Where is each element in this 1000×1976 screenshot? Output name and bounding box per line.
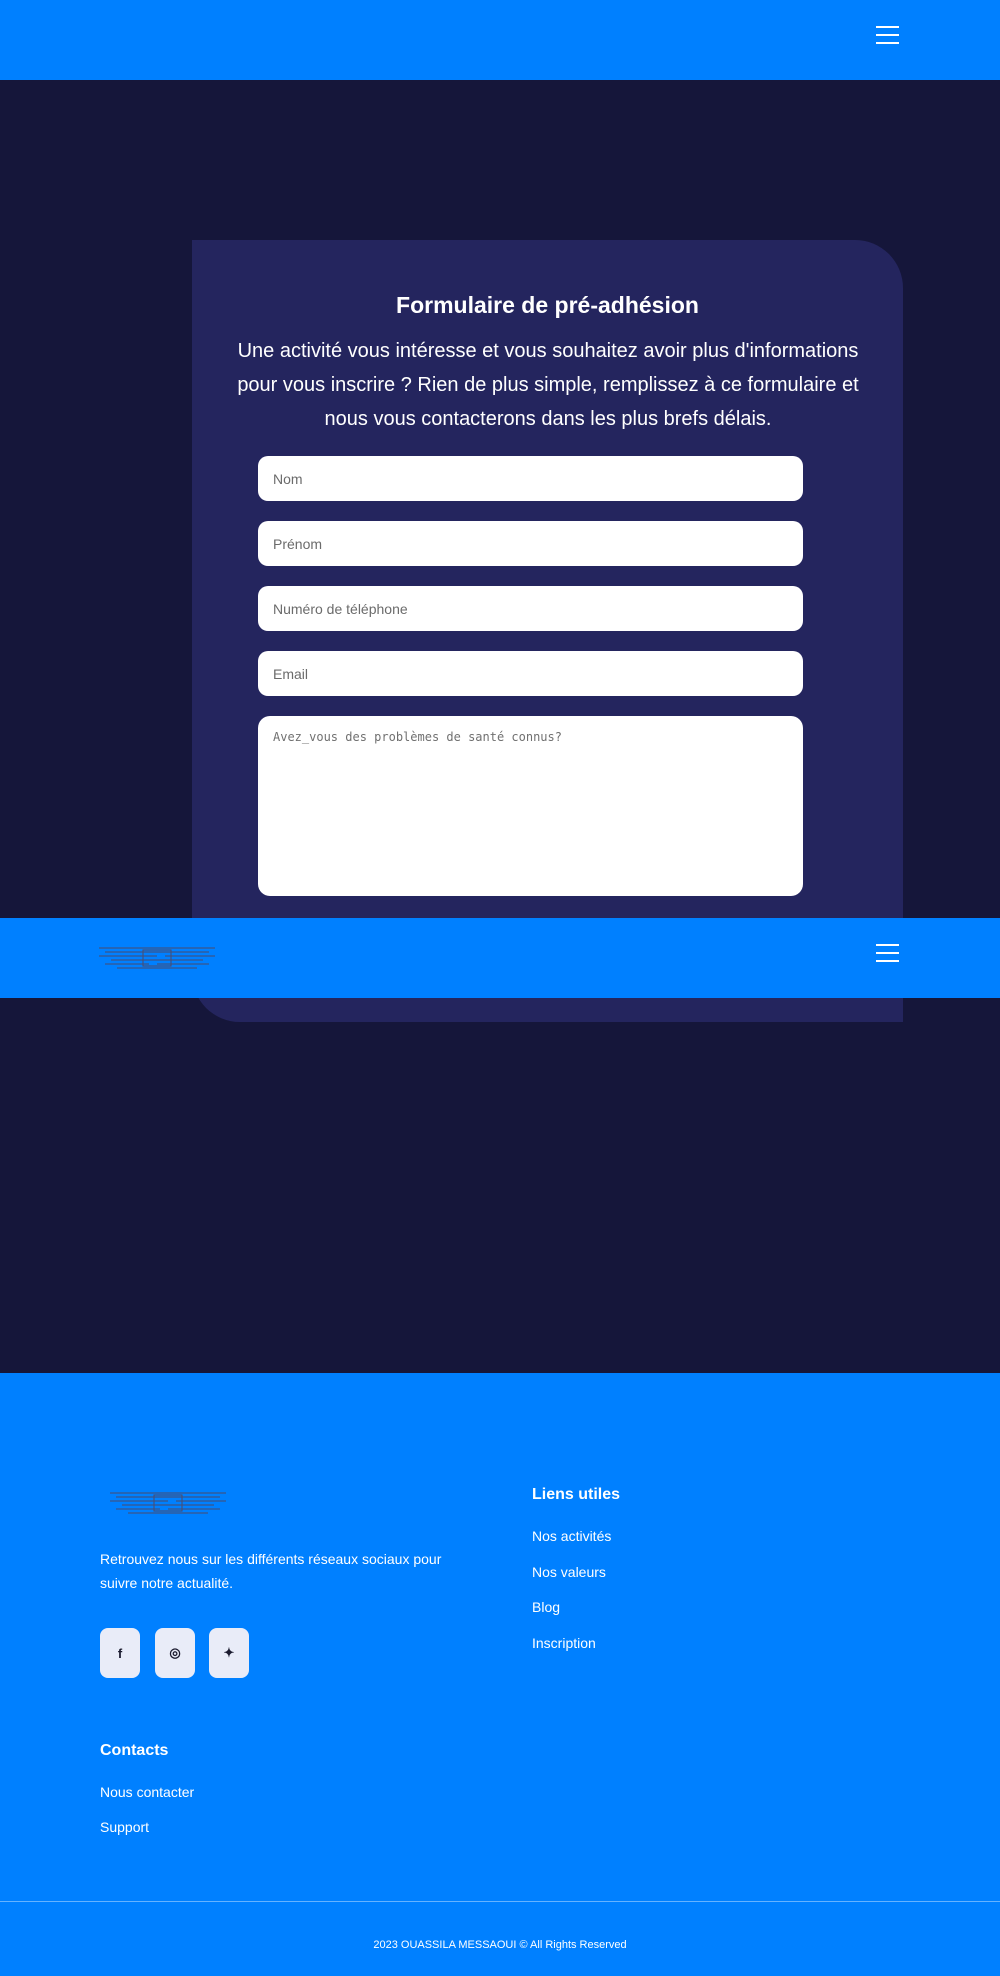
footer-link-nos-activites[interactable]: Nos activités: [532, 1528, 611, 1544]
sticky-navbar: [0, 918, 1000, 998]
twitter-icon[interactable]: ✦: [209, 1628, 249, 1678]
email-input[interactable]: [258, 651, 803, 696]
footer: Retrouvez nous sur les différents réseau…: [0, 1373, 1000, 1976]
footer-divider: [0, 1901, 1000, 1902]
copyright-text: 2023 OUASSILA MESSAOUI © All Rights Rese…: [373, 1939, 627, 1951]
footer-link-blog[interactable]: Blog: [532, 1599, 560, 1615]
liens-utiles-title: Liens utiles: [532, 1486, 621, 1503]
footer-logo-icon[interactable]: [108, 1489, 228, 1517]
pre-registration-form-card: Formulaire de pré-adhésion Une activité …: [192, 240, 903, 1022]
logo-icon[interactable]: [97, 944, 217, 972]
instagram-icon[interactable]: ◎: [155, 1628, 195, 1678]
footer-link-inscription[interactable]: Inscription: [532, 1635, 596, 1651]
prenom-input[interactable]: [258, 521, 803, 566]
footer-link-nos-valeurs[interactable]: Nos valeurs: [532, 1564, 606, 1580]
top-navbar: [0, 0, 1000, 80]
hamburger-menu-icon[interactable]: [876, 944, 899, 964]
footer-social-text: Retrouvez nous sur les différents réseau…: [100, 1551, 442, 1591]
contacts-title: Contacts: [100, 1742, 169, 1759]
hamburger-menu-icon[interactable]: [876, 26, 899, 46]
footer-link-support[interactable]: Support: [100, 1819, 149, 1835]
facebook-icon[interactable]: f: [100, 1628, 140, 1678]
form-description: Une activité vous intéresse et vous souh…: [237, 340, 859, 430]
footer-link-nous-contacter[interactable]: Nous contacter: [100, 1784, 194, 1800]
health-textarea[interactable]: [258, 716, 803, 896]
nom-input[interactable]: [258, 456, 803, 501]
form-title: Formulaire de pré-adhésion: [396, 292, 699, 318]
phone-input[interactable]: [258, 586, 803, 631]
